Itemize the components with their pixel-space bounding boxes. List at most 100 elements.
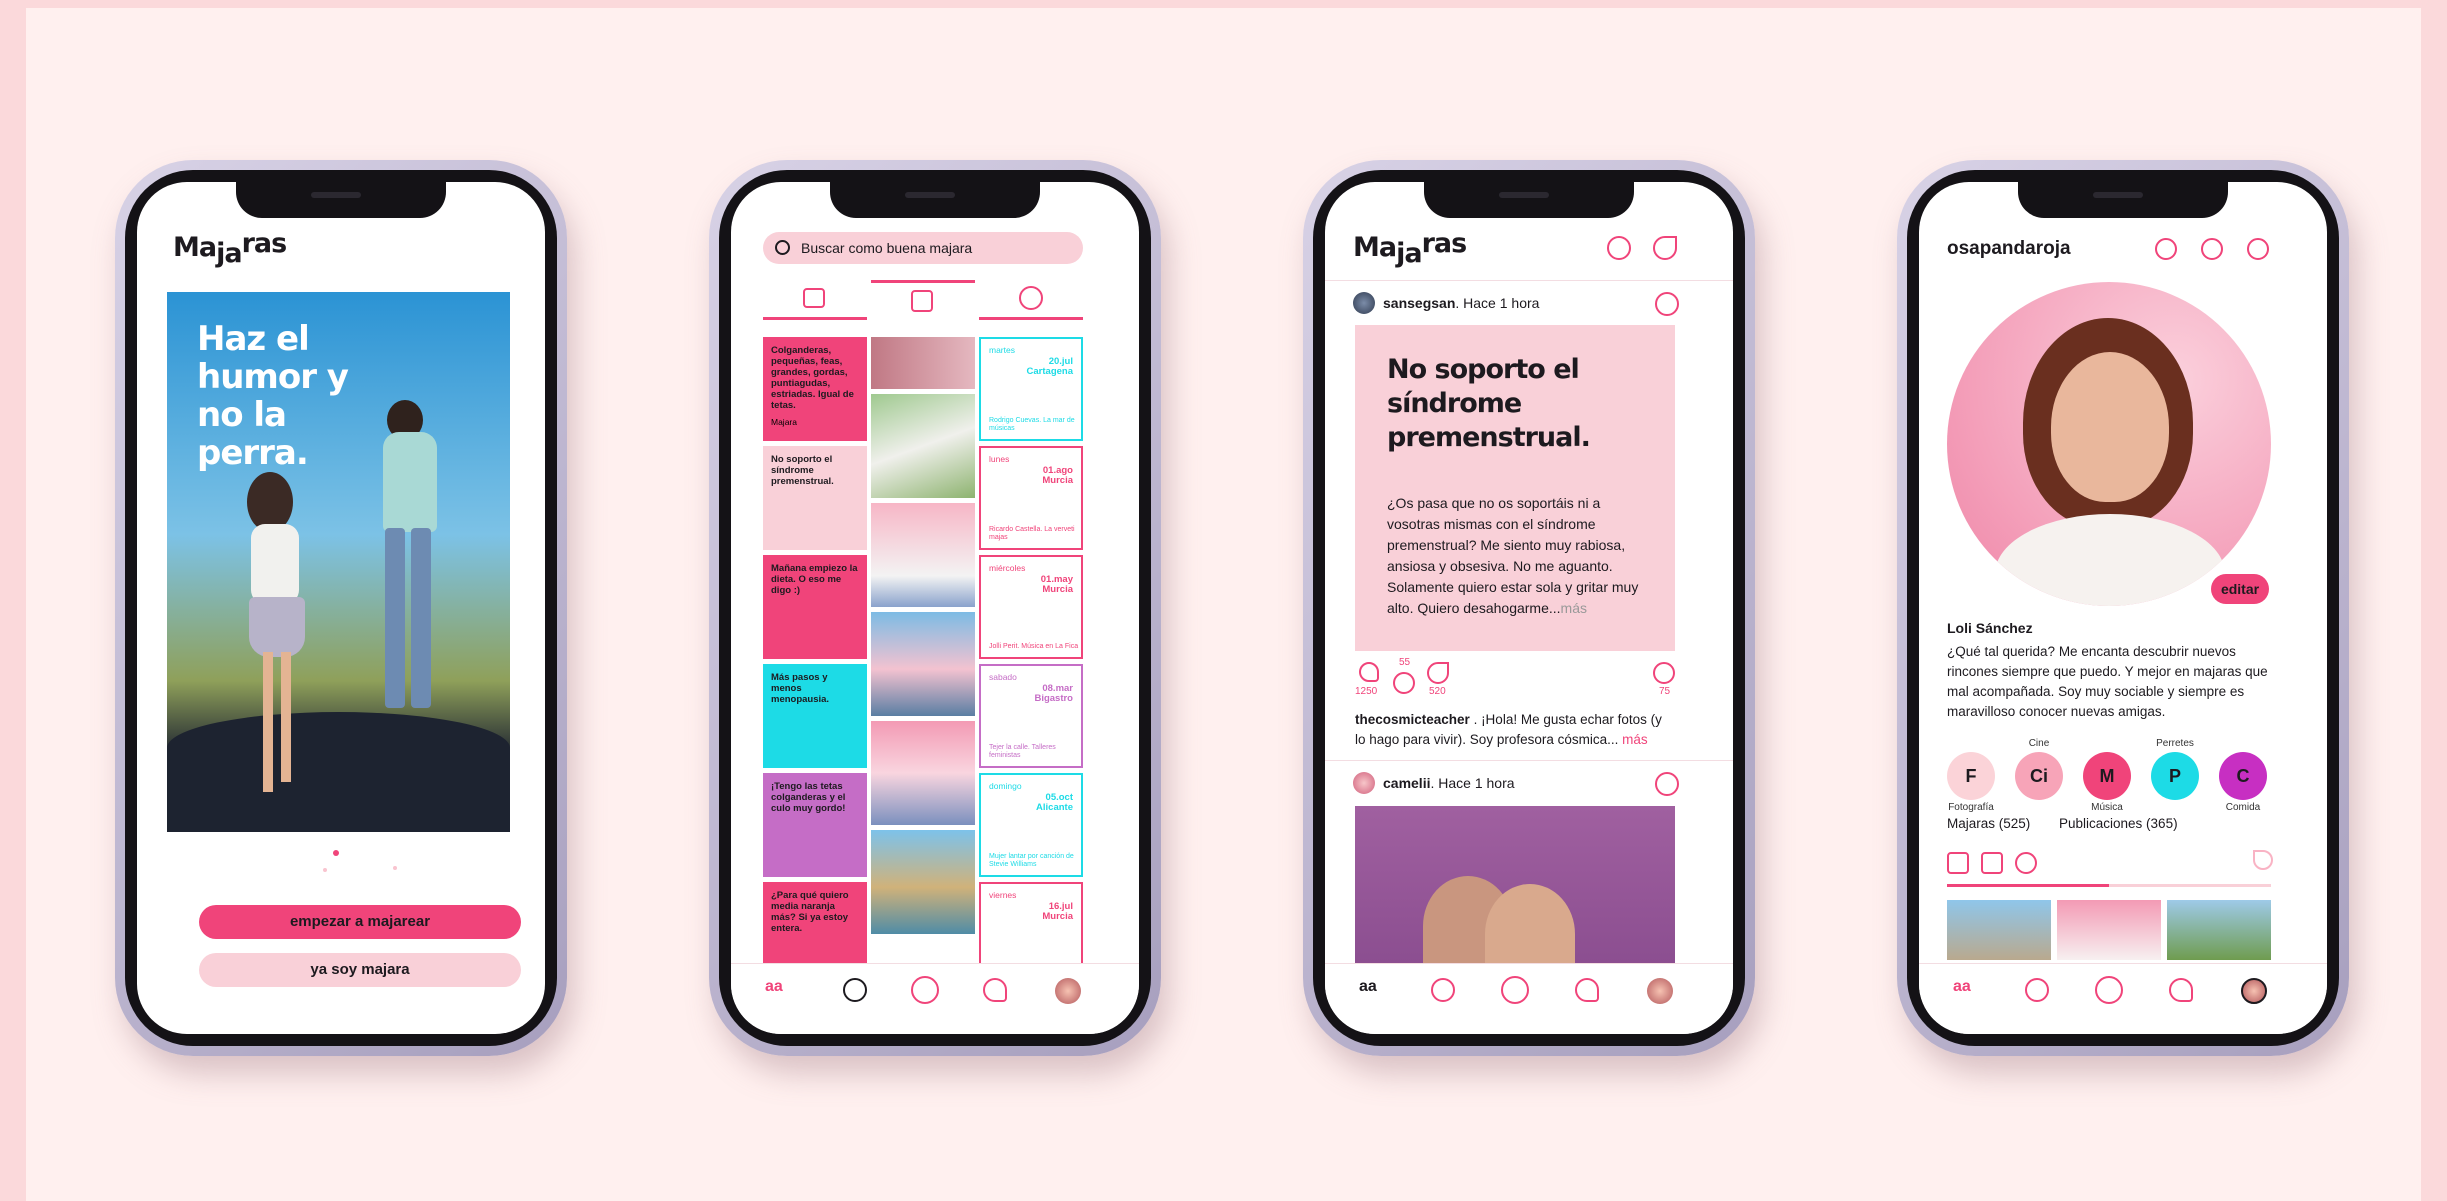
- send-icon[interactable]: [1653, 236, 1677, 260]
- event-tile[interactable]: domingo 05.oct Alicante Mujer lantar por ca…: [979, 773, 1083, 877]
- tile-title: ¡Tengo las tetas colganderas y el culo m…: [771, 781, 846, 814]
- post-photo[interactable]: [1355, 806, 1675, 984]
- avatar[interactable]: [1647, 978, 1673, 1004]
- settings-icon[interactable]: [2201, 238, 2223, 260]
- event-tile[interactable]: sabado 08.mar Bigastro Tejer la calle. Tall…: [979, 664, 1083, 768]
- post-username[interactable]: camelii: [1383, 775, 1430, 791]
- search-bar[interactable]: Buscar como buena majara: [763, 232, 1083, 264]
- followers-count[interactable]: Majaras (525): [1947, 816, 2030, 831]
- tab-images[interactable]: [871, 280, 975, 320]
- pager-dot[interactable]: [323, 868, 327, 872]
- interest-chip[interactable]: F: [1947, 752, 1995, 800]
- share-count: 520: [1429, 686, 1446, 697]
- interest-label: Música: [2091, 802, 2123, 813]
- avatar[interactable]: [1055, 978, 1081, 1004]
- post-card[interactable]: No soporto el síndrome premenstrual. ¿Os…: [1355, 325, 1675, 651]
- event-tile[interactable]: martes 20.jul Cartagena Rodrigo Cuevas. La …: [979, 337, 1083, 441]
- text-post-tile[interactable]: Más pasos y menos menopausia.: [763, 664, 867, 768]
- event-day: martes: [989, 345, 1015, 355]
- posts-count[interactable]: Publicaciones (365): [2059, 816, 2178, 831]
- text-icon[interactable]: [1947, 852, 1969, 874]
- reaction-icon[interactable]: [1653, 662, 1675, 684]
- interest-label: Comida: [2225, 802, 2261, 813]
- tile-title: Mañana empiezo la dieta. O eso me digo :…: [771, 563, 858, 596]
- add-icon[interactable]: [1501, 976, 1529, 1004]
- home-icon[interactable]: aa: [1953, 978, 1983, 1008]
- tag-icon[interactable]: [2253, 850, 2273, 870]
- more-icon[interactable]: [1655, 772, 1679, 796]
- share-icon[interactable]: [1427, 662, 1449, 684]
- phone-explore: Buscar como buena majara Colganderas, pe…: [709, 160, 1161, 1056]
- pager-dot-active[interactable]: [333, 850, 339, 856]
- pager-dot[interactable]: [393, 866, 397, 870]
- explore-screen: Buscar como buena majara Colganderas, pe…: [731, 182, 1139, 1034]
- app-logo: Majaras: [173, 228, 287, 269]
- search-icon[interactable]: [2025, 978, 2049, 1002]
- image-icon[interactable]: [1981, 852, 2003, 874]
- text-icon: [803, 288, 825, 308]
- heart-icon[interactable]: [1575, 978, 1599, 1002]
- interest-chip[interactable]: C: [2219, 752, 2267, 800]
- search-placeholder: Buscar como buena majara: [801, 240, 973, 256]
- spiral-icon: [1019, 286, 1043, 310]
- text-post-tile[interactable]: Colganderas, pequeñas, feas, grandes, go…: [763, 337, 867, 441]
- menu-icon[interactable]: [2247, 238, 2269, 260]
- profile-username: osapandaroja: [1947, 238, 2071, 259]
- home-icon[interactable]: aa: [765, 978, 795, 1008]
- photo-thumb[interactable]: [871, 612, 975, 716]
- interest-chip[interactable]: P: [2151, 752, 2199, 800]
- search-icon[interactable]: [843, 978, 867, 1002]
- start-button[interactable]: empezar a majarear: [199, 905, 521, 939]
- photo-thumb[interactable]: [871, 394, 975, 498]
- event-day: lunes: [989, 454, 1010, 464]
- heart-icon[interactable]: [2169, 978, 2193, 1002]
- text-post-tile[interactable]: ¡Tengo las tetas colganderas y el culo m…: [763, 773, 867, 877]
- search-icon[interactable]: [1431, 978, 1455, 1002]
- tab-events[interactable]: [979, 284, 1083, 320]
- spiral-icon[interactable]: [2015, 852, 2037, 874]
- event-tile[interactable]: miércoles 01.may Murcia Jolli Perit. Música…: [979, 555, 1083, 659]
- event-day: domingo: [989, 781, 1022, 791]
- more-icon[interactable]: [1655, 292, 1679, 316]
- login-button[interactable]: ya soy majara: [199, 953, 521, 987]
- comment-text: thecosmicteacher . ¡Hola! Me gusta echar…: [1355, 712, 1662, 747]
- photo-thumb[interactable]: [871, 503, 975, 607]
- comment-icon[interactable]: [1393, 672, 1415, 694]
- event-tile[interactable]: lunes 01.ago Murcia Ricardo Castella. La ve…: [979, 446, 1083, 550]
- add-icon[interactable]: [911, 976, 939, 1004]
- comment-username[interactable]: thecosmicteacher: [1355, 712, 1470, 727]
- photo-thumb[interactable]: [871, 721, 975, 825]
- app-logo: Majaras: [1353, 228, 1467, 269]
- tile-title: ¿Para qué quiero media naranja más? Si y…: [771, 890, 849, 934]
- bottom-nav: aa: [1919, 963, 2327, 1034]
- photo-thumb[interactable]: [871, 830, 975, 934]
- interest-chip[interactable]: Ci: [2015, 752, 2063, 800]
- more-link[interactable]: más: [1561, 600, 1587, 616]
- like-icon[interactable]: [1359, 662, 1379, 682]
- edit-profile-button[interactable]: editar: [2211, 574, 2269, 604]
- avatar[interactable]: [1353, 292, 1375, 314]
- event-date: 20.jul Cartagena: [1026, 356, 1073, 377]
- tab-text[interactable]: [763, 284, 867, 320]
- heart-icon[interactable]: [983, 978, 1007, 1002]
- avatar[interactable]: [1353, 772, 1375, 794]
- filter-icon[interactable]: [1607, 236, 1631, 260]
- profile-bio: ¿Qué tal querida? Me encanta descubrir n…: [1947, 644, 2268, 719]
- text-post-tile[interactable]: No soporto el síndrome premenstrual.: [763, 446, 867, 550]
- tile-footer: Majara: [771, 417, 797, 427]
- avatar[interactable]: [2241, 978, 2267, 1004]
- trampoline: [167, 712, 510, 832]
- notifications-icon[interactable]: [2155, 238, 2177, 260]
- add-icon[interactable]: [2095, 976, 2123, 1004]
- photo-thumb[interactable]: [2167, 900, 2271, 960]
- text-post-tile[interactable]: Mañana empiezo la dieta. O eso me digo :…: [763, 555, 867, 659]
- event-subtitle: Jolli Perit. Música en La Fica: [989, 643, 1079, 650]
- event-date: 16.jul Murcia: [1042, 901, 1073, 922]
- interest-chip[interactable]: M: [2083, 752, 2131, 800]
- post-username[interactable]: sansegsan: [1383, 295, 1455, 311]
- photo-thumb[interactable]: [871, 337, 975, 389]
- more-link[interactable]: más: [1622, 732, 1648, 747]
- home-icon[interactable]: aa: [1359, 978, 1389, 1008]
- photo-thumb[interactable]: [1947, 900, 2051, 960]
- photo-thumb[interactable]: [2057, 900, 2161, 960]
